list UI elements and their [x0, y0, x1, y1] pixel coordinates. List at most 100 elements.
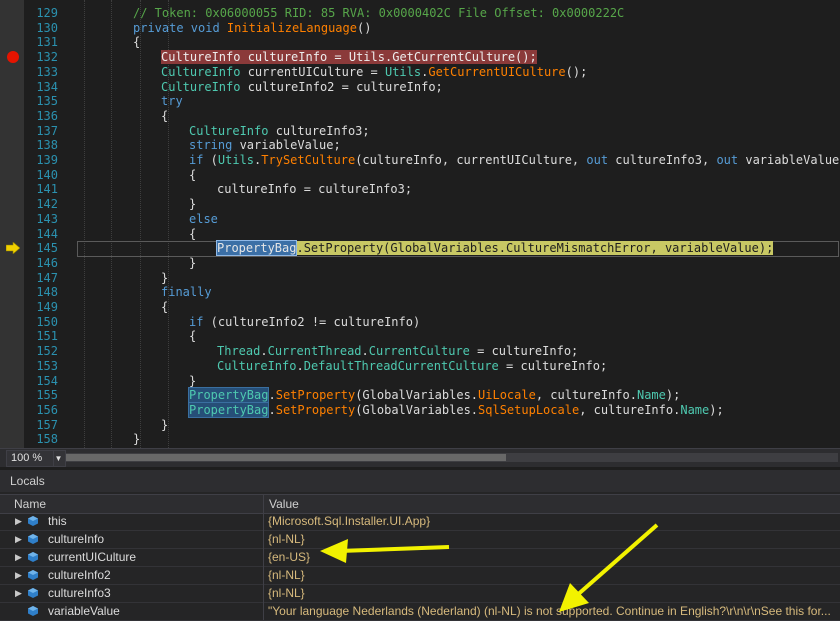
code-line[interactable]: 130 private void InitializeLanguage() [0, 21, 840, 36]
code-line[interactable]: 153 CultureInfo.DefaultThreadCurrentCultu… [0, 359, 840, 374]
code-text[interactable]: CultureInfo cultureInfo2 = cultureInfo; [161, 80, 443, 95]
column-divider[interactable] [263, 495, 264, 513]
code-editor[interactable]: 129 // Token: 0x06000055 RID: 85 RVA: 0x0… [0, 0, 840, 448]
code-line[interactable]: 137 CultureInfo cultureInfo3; [0, 124, 840, 139]
code-text[interactable]: finally [161, 285, 212, 300]
code-line[interactable]: 131 { [0, 35, 840, 50]
code-text[interactable]: } [189, 374, 196, 389]
column-header-value[interactable]: Value [269, 495, 299, 513]
expand-arrow-icon[interactable]: ▶ [15, 530, 22, 548]
code-line[interactable]: 152 Thread.CurrentThread.CurrentCulture =… [0, 344, 840, 359]
code-text[interactable]: PropertyBag.SetProperty(GlobalVariables.… [187, 401, 724, 418]
code-text[interactable]: { [133, 35, 140, 50]
code-line[interactable]: 143 else [0, 212, 840, 227]
code-line[interactable]: 144 { [0, 227, 840, 242]
horizontal-scrollbar[interactable] [66, 453, 838, 462]
code-text[interactable]: PropertyBag.SetProperty(GlobalVariables.… [187, 387, 680, 404]
code-token: SetProperty [275, 388, 356, 403]
code-text[interactable]: cultureInfo = cultureInfo3; [217, 182, 412, 197]
code-text[interactable]: } [133, 432, 140, 447]
code-token: { [189, 226, 197, 241]
code-line[interactable]: 132 CultureInfo cultureInfo = Utils.GetCu… [0, 50, 840, 65]
code-text[interactable]: CultureInfo currentUICulture = Utils.Get… [161, 65, 587, 80]
column-header-name[interactable]: Name [14, 495, 46, 513]
code-line[interactable]: 136 { [0, 109, 840, 124]
code-line[interactable]: 155 PropertyBag.SetProperty(GlobalVariabl… [0, 387, 840, 404]
code-line[interactable]: 151 { [0, 329, 840, 344]
line-number: 135 [36, 94, 58, 109]
line-number: 150 [36, 314, 58, 329]
code-token: (); [565, 64, 588, 79]
code-token: CultureInfo [189, 123, 269, 138]
locals-row[interactable]: ▶ cultureInfo3 {nl-NL} [0, 584, 840, 603]
expand-arrow-icon[interactable]: ▶ [15, 566, 22, 584]
variable-value[interactable]: {nl-NL} [268, 584, 836, 602]
code-span: CultureInfo cultureInfo2 = cultureInfo; [161, 80, 443, 94]
breakpoint-icon[interactable] [7, 51, 19, 64]
scrollbar-thumb[interactable] [66, 454, 506, 461]
code-text[interactable]: string variableValue; [189, 138, 341, 153]
zoom-dropdown[interactable]: 100 % ▼ [6, 450, 66, 467]
code-text[interactable]: else [189, 212, 218, 227]
code-line[interactable]: 156 PropertyBag.SetProperty(GlobalVariabl… [0, 401, 840, 418]
code-line[interactable]: 150 if (cultureInfo2 != cultureInfo) [0, 315, 840, 330]
code-text[interactable]: } [161, 418, 168, 433]
execution-pointer-icon[interactable] [6, 242, 20, 255]
code-token: } [189, 197, 197, 212]
code-line[interactable]: 149 { [0, 300, 840, 315]
locals-row[interactable]: ▶ this {Microsoft.Sql.Installer.UI.App} [0, 512, 840, 531]
code-text[interactable]: // Token: 0x06000055 RID: 85 RVA: 0x0000… [133, 6, 624, 21]
code-line[interactable]: 135 try [0, 94, 840, 109]
code-text[interactable]: { [161, 300, 168, 315]
code-line[interactable]: 133 CultureInfo currentUICulture = Utils.… [0, 65, 840, 80]
code-text[interactable]: { [161, 109, 168, 124]
code-line[interactable]: 134 CultureInfo cultureInfo2 = cultureInf… [0, 80, 840, 95]
code-line[interactable]: 139 if (Utils.TrySetCulture(cultureInfo, … [0, 153, 840, 168]
code-line[interactable]: 148 finally [0, 285, 840, 300]
code-text[interactable]: } [189, 197, 196, 212]
variable-value[interactable]: {Microsoft.Sql.Installer.UI.App} [268, 512, 836, 530]
code-line[interactable]: 142} [0, 197, 840, 212]
code-token: GetCurrentCulture [392, 50, 516, 65]
code-line[interactable]: 145 PropertyBag.SetProperty(GlobalVariabl… [0, 240, 840, 258]
code-text[interactable]: { [189, 168, 196, 183]
locals-row[interactable]: ▶ cultureInfo2 {nl-NL} [0, 566, 840, 585]
chevron-down-icon[interactable]: ▼ [53, 451, 63, 466]
expand-arrow-icon[interactable]: ▶ [15, 584, 22, 602]
code-text[interactable]: if (cultureInfo2 != cultureInfo) [189, 315, 420, 330]
code-text[interactable]: Thread.CurrentThread.CurrentCulture = cu… [217, 344, 578, 359]
variable-value[interactable]: "Your language Nederlands (Nederland) (n… [268, 602, 836, 620]
expand-arrow-icon[interactable]: ▶ [15, 548, 22, 566]
code-line[interactable]: 146} [0, 256, 840, 271]
code-text[interactable]: CultureInfo.DefaultThreadCurrentCulture … [217, 359, 607, 374]
code-text[interactable]: CultureInfo cultureInfo3; [189, 124, 370, 139]
code-line[interactable]: 129 // Token: 0x06000055 RID: 85 RVA: 0x0… [0, 6, 840, 21]
code-text[interactable]: if (Utils.TrySetCulture(cultureInfo, cur… [189, 153, 840, 168]
code-line[interactable]: 138 string variableValue; [0, 138, 840, 153]
locals-row[interactable]: ▶ cultureInfo {nl-NL} [0, 530, 840, 549]
code-token: { [189, 329, 197, 344]
code-line[interactable]: 158} [0, 432, 840, 447]
variable-value[interactable]: {en-US} [268, 548, 836, 566]
code-line[interactable]: 140 { [0, 168, 840, 183]
variable-value[interactable]: {nl-NL} [268, 530, 836, 548]
locals-row[interactable]: variableValue "Your language Nederlands (… [0, 602, 840, 621]
code-line[interactable]: 157} [0, 418, 840, 433]
expand-arrow-icon[interactable]: ▶ [15, 512, 22, 530]
locals-row[interactable]: ▶ currentUICulture {en-US} [0, 548, 840, 567]
code-text[interactable]: CultureInfo cultureInfo = Utils.GetCurre… [161, 50, 537, 65]
variable-value[interactable]: {nl-NL} [268, 566, 836, 584]
code-text[interactable]: private void InitializeLanguage() [133, 21, 371, 36]
code-span: PropertyBag.SetProperty(GlobalVariables.… [187, 387, 680, 404]
code-line[interactable]: 141 cultureInfo = cultureInfo3; [0, 182, 840, 197]
code-text[interactable]: { [189, 329, 196, 344]
code-text[interactable]: try [161, 94, 183, 109]
locals-column-header: Name Value [0, 494, 840, 514]
code-token: cultureInfo = cultureInfo3; [217, 182, 413, 197]
code-text[interactable]: } [189, 256, 196, 271]
code-line[interactable]: 154} [0, 374, 840, 389]
code-text[interactable]: } [161, 271, 168, 286]
code-line[interactable]: 147} [0, 271, 840, 286]
code-text[interactable]: { [189, 227, 196, 242]
code-text[interactable]: PropertyBag.SetProperty(GlobalVariables.… [215, 240, 774, 257]
